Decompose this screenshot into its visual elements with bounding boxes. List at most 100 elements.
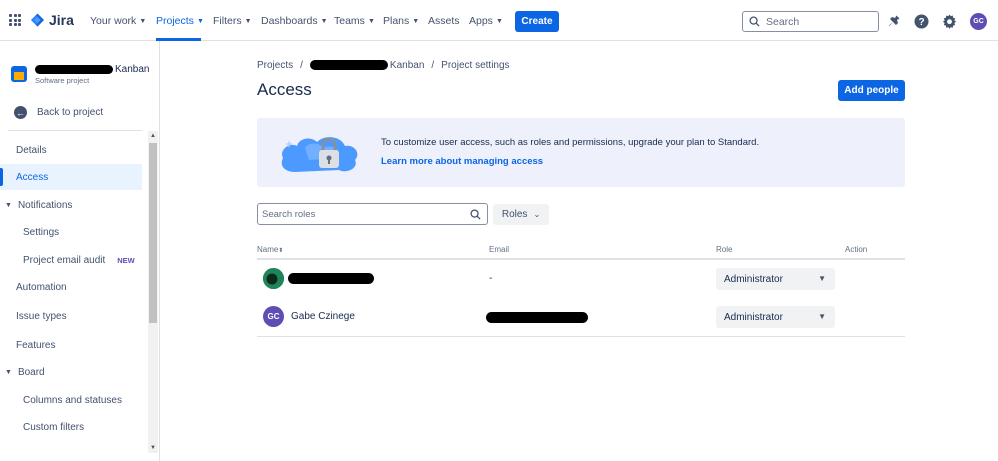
- role-select[interactable]: Administrator ▼: [716, 306, 835, 328]
- scrollbar-thumb[interactable]: [149, 143, 157, 323]
- sidebar-item-label: Automation: [16, 281, 67, 293]
- sidebar-divider: [8, 130, 142, 131]
- nav-dashboards[interactable]: Dashboards ▼: [261, 15, 328, 27]
- table-header-divider: [257, 258, 905, 260]
- sidebar-item-label: Details: [16, 144, 47, 156]
- project-name: Kanban: [35, 64, 149, 75]
- chevron-down-icon: ▼: [320, 17, 328, 25]
- page-title: Access: [257, 80, 312, 99]
- notifications-icon[interactable]: [886, 13, 902, 29]
- sidebar-item-custom-filters[interactable]: Custom filters: [0, 414, 142, 440]
- search-placeholder: Search: [766, 15, 800, 28]
- breadcrumb-separator: /: [431, 60, 435, 71]
- sidebar-item-details[interactable]: Details: [0, 137, 142, 163]
- sidebar-item-label: Access: [16, 171, 49, 183]
- active-nav-indicator: [156, 38, 201, 41]
- roles-filter-dropdown[interactable]: Roles ⌄: [493, 204, 549, 225]
- back-to-project-label: Back to project: [37, 107, 104, 118]
- user-avatar[interactable]: GC: [970, 13, 987, 30]
- column-header-email: Email: [489, 245, 510, 254]
- lock-cloud-illustration-icon: [281, 137, 358, 172]
- chevron-down-icon: ▼: [818, 274, 826, 283]
- nav-teams-label: Teams: [334, 15, 365, 27]
- scroll-down-icon[interactable]: ▼: [150, 445, 156, 451]
- project-sidebar: Kanban Software project ← Back to projec…: [0, 41, 160, 461]
- search-roles-input[interactable]: Search roles: [257, 203, 488, 225]
- redaction-mark: [309, 60, 388, 71]
- settings-icon[interactable]: [941, 13, 957, 29]
- chevron-down-icon: ▼: [5, 368, 12, 376]
- nav-filters-label: Filters: [213, 15, 242, 27]
- sidebar-scrollbar[interactable]: ▲ ▼: [148, 131, 158, 453]
- nav-assets-label: Assets: [428, 15, 460, 27]
- breadcrumb-projects[interactable]: Projects: [257, 60, 293, 71]
- learn-more-link[interactable]: Learn more about managing access: [381, 156, 543, 167]
- user-avatar: [263, 268, 284, 289]
- add-people-button[interactable]: Add people: [838, 80, 905, 101]
- nav-plans[interactable]: Plans ▼: [383, 15, 419, 27]
- create-button[interactable]: Create: [515, 11, 559, 32]
- back-to-project-link[interactable]: ← Back to project: [14, 106, 103, 119]
- sidebar-item-label: Board: [17, 366, 45, 378]
- chevron-down-icon: ▼: [367, 17, 375, 25]
- sidebar-item-issue-types[interactable]: Issue types: [0, 303, 142, 329]
- role-select-value: Administrator: [724, 311, 783, 323]
- sidebar-item-label: Notifications: [17, 199, 73, 211]
- search-icon: [470, 208, 481, 220]
- search-icon: [749, 16, 760, 27]
- nav-plans-label: Plans: [383, 15, 410, 27]
- sidebar-item-label: Custom filters: [23, 421, 85, 433]
- breadcrumb-project[interactable]: Kanban: [309, 60, 425, 71]
- help-icon[interactable]: ?: [913, 13, 929, 29]
- sidebar-item-board[interactable]: ▼ Board: [0, 359, 142, 385]
- jira-logo[interactable]: Jira: [30, 12, 74, 28]
- nav-your-work-label: Your work: [90, 15, 137, 27]
- breadcrumb-project-suffix: Kanban: [389, 60, 425, 71]
- sidebar-item-label: Columns and statuses: [23, 394, 122, 406]
- roles-filter-label: Roles: [501, 209, 528, 220]
- breadcrumb-separator: /: [300, 60, 303, 71]
- redacted-user-name: [288, 273, 374, 284]
- nav-your-work[interactable]: Your work ▼: [90, 15, 146, 27]
- role-select-value: Administrator: [724, 273, 783, 285]
- sidebar-item-features[interactable]: Features: [0, 332, 142, 358]
- scroll-up-icon[interactable]: ▲: [150, 133, 156, 139]
- sidebar-item-automation[interactable]: Automation: [0, 274, 142, 300]
- global-search-input[interactable]: Search: [742, 11, 879, 32]
- chevron-down-icon: ▼: [495, 17, 503, 25]
- chevron-down-icon: ▼: [196, 17, 204, 25]
- sidebar-item-notifications[interactable]: ▼ Notifications: [0, 192, 142, 218]
- user-avatar: GC: [263, 306, 284, 327]
- nav-apps[interactable]: Apps ▼: [469, 15, 503, 27]
- role-select[interactable]: Administrator ▼: [716, 268, 835, 290]
- column-header-label: Name: [257, 245, 279, 254]
- breadcrumb-project-settings[interactable]: Project settings: [441, 60, 509, 71]
- chevron-down-icon: ▼: [139, 17, 147, 25]
- column-header-name[interactable]: Name⬍: [257, 245, 283, 254]
- sidebar-item-label: Settings: [23, 226, 60, 238]
- nav-apps-label: Apps: [469, 15, 493, 27]
- project-type: Software project: [35, 76, 90, 85]
- jira-logo-icon: [30, 13, 45, 27]
- arrow-left-icon: ←: [14, 106, 27, 119]
- sidebar-item-access[interactable]: Access: [0, 164, 142, 190]
- nav-teams[interactable]: Teams ▼: [334, 15, 375, 27]
- chevron-down-icon: ⌄: [533, 210, 541, 219]
- nav-assets[interactable]: Assets: [428, 15, 460, 27]
- sort-icon: ⬍: [278, 248, 284, 254]
- column-header-action: Action: [845, 245, 868, 254]
- user-name: Gabe Czinege: [291, 311, 355, 322]
- apps-grid-icon[interactable]: [9, 14, 21, 26]
- sidebar-item-columns-and-statuses[interactable]: Columns and statuses: [0, 387, 142, 413]
- sidebar-item-settings[interactable]: Settings: [0, 219, 142, 245]
- sidebar-item-project-email-audit[interactable]: Project email audit NEW: [0, 247, 142, 273]
- redacted-user-email: [486, 312, 588, 323]
- breadcrumb: Projects / Kanban / Project settings: [257, 60, 510, 71]
- chevron-down-icon: ▼: [5, 201, 12, 209]
- logo-text: Jira: [49, 12, 74, 28]
- nav-projects[interactable]: Projects ▼: [156, 15, 204, 27]
- nav-filters[interactable]: Filters ▼: [213, 15, 252, 27]
- chevron-down-icon: ▼: [244, 17, 252, 25]
- nav-projects-label: Projects: [156, 15, 194, 27]
- table-bottom-divider: [257, 336, 905, 337]
